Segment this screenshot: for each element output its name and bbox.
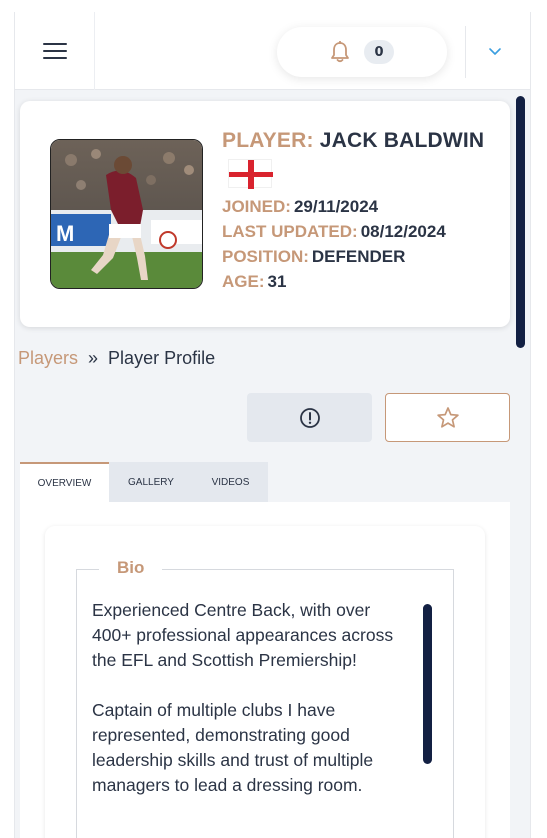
bio-text: Experienced Centre Back, with over 400+ … [92, 598, 412, 798]
bio-card: Bio Experienced Centre Back, with over 4… [45, 526, 485, 838]
menu-button[interactable] [15, 12, 95, 90]
overview-panel: Bio Experienced Centre Back, with over 4… [20, 502, 510, 838]
breadcrumb-players-link[interactable]: Players [18, 348, 78, 368]
player-title: PLAYER: JACK BALDWIN [222, 129, 484, 153]
last-updated-label: LAST UPDATED: [222, 222, 358, 241]
player-label: PLAYER: [222, 129, 314, 152]
bio-fieldset: Bio Experienced Centre Back, with over 4… [76, 558, 454, 838]
top-bar: 0 [15, 12, 530, 90]
notification-count-badge: 0 [364, 40, 394, 64]
svg-text:M: M [56, 221, 74, 246]
breadcrumb: Players » Player Profile [18, 348, 215, 369]
app-frame: 0 M PLAYER: JACK BALDWIN JOINED: 29/11/2… [14, 12, 531, 838]
joined-row: JOINED: 29/11/2024 [222, 194, 484, 219]
breadcrumb-separator: » [88, 348, 99, 368]
england-flag-icon [228, 159, 273, 189]
chevron-down-icon [489, 48, 501, 55]
position-value: DEFENDER [311, 247, 406, 266]
bio-legend: Bio [99, 558, 163, 578]
bio-scrollbar-thumb[interactable] [423, 604, 432, 764]
position-row: POSITION: DEFENDER [222, 244, 484, 269]
tab-overview[interactable]: OVERVIEW [20, 462, 109, 502]
notifications-button[interactable]: 0 [277, 27, 447, 77]
player-name: JACK BALDWIN [319, 129, 485, 152]
page-scrollbar-thumb[interactable] [516, 96, 525, 348]
age-row: AGE: 31 [222, 269, 484, 294]
bell-icon [331, 41, 349, 63]
report-button[interactable] [247, 393, 372, 442]
player-profile-card: M PLAYER: JACK BALDWIN JOINED: 29/11/202… [20, 101, 510, 327]
bio-paragraph: Captain of multiple clubs I have represe… [92, 700, 374, 795]
profile-tabs: OVERVIEW GALLERY VIDEOS [20, 462, 268, 502]
bio-paragraph: Experienced Centre Back, with over 400+ … [92, 600, 394, 670]
player-photo-image: M [51, 140, 202, 288]
player-photo: M [50, 139, 203, 289]
age-label: AGE: [222, 272, 265, 291]
position-label: POSITION: [222, 247, 309, 266]
last-updated-value: 08/12/2024 [360, 222, 446, 241]
joined-label: JOINED: [222, 197, 291, 216]
favourite-button[interactable] [385, 393, 510, 442]
account-dropdown-toggle[interactable] [488, 42, 502, 61]
last-updated-row: LAST UPDATED: 08/12/2024 [222, 219, 484, 244]
player-info: PLAYER: JACK BALDWIN JOINED: 29/11/2024 L… [222, 129, 484, 294]
header-divider [465, 26, 466, 78]
joined-value: 29/11/2024 [293, 197, 379, 216]
age-value: 31 [267, 272, 287, 291]
breadcrumb-current: Player Profile [108, 348, 216, 368]
tab-videos[interactable]: VIDEOS [193, 462, 268, 502]
star-outline-icon [436, 407, 459, 428]
exclamation-circle-icon [299, 407, 320, 428]
hamburger-icon [42, 38, 67, 64]
tab-gallery[interactable]: GALLERY [109, 462, 193, 502]
